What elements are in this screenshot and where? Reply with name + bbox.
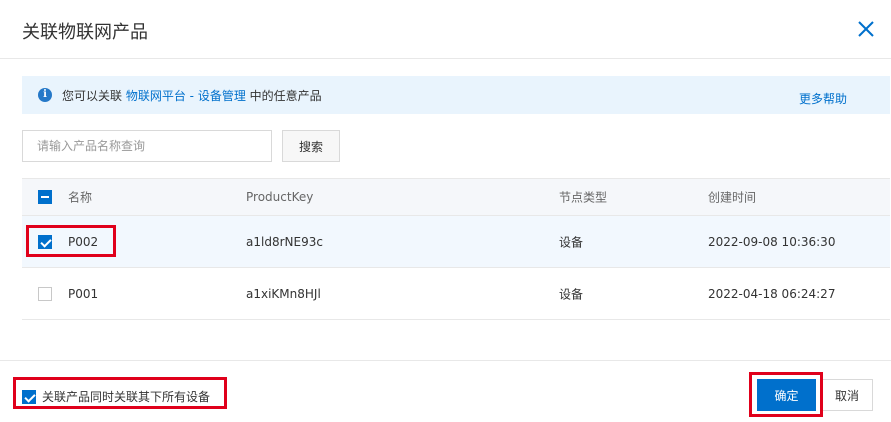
- info-prefix: 您可以关联: [62, 89, 126, 103]
- table-row[interactable]: P002 a1ld8rNE93c 设备 2022-09-08 10:36:30: [22, 216, 890, 268]
- product-key: a1xiKMn8HJl: [246, 286, 321, 301]
- confirm-button[interactable]: 确定: [757, 379, 816, 411]
- dialog-title: 关联物联网产品: [22, 22, 148, 43]
- info-suffix: 中的任意产品: [245, 89, 322, 103]
- product-name: P002: [68, 234, 99, 249]
- table-row[interactable]: P001 a1xiKMn8HJl 设备 2022-04-18 06:24:27: [22, 268, 890, 320]
- iot-platform-link[interactable]: 物联网平台: [126, 89, 186, 103]
- row-checkbox[interactable]: [38, 234, 52, 249]
- info-banner: i 您可以关联 物联网平台 - 设备管理 中的任意产品 更多帮助: [22, 76, 890, 114]
- close-icon[interactable]: [855, 18, 877, 40]
- device-management-link[interactable]: 设备管理: [198, 89, 246, 103]
- table-header: 名称 ProductKey 节点类型 创建时间: [22, 178, 890, 216]
- associate-devices-option[interactable]: 关联产品同时关联其下所有设备: [22, 388, 210, 405]
- search-button[interactable]: 搜索: [282, 130, 340, 162]
- info-separator: -: [185, 89, 198, 103]
- node-type: 设备: [559, 287, 584, 301]
- checkbox-unchecked-icon: [38, 286, 52, 301]
- product-name: P001: [68, 286, 99, 301]
- column-header-created-time: 创建时间: [708, 190, 757, 205]
- cancel-button[interactable]: 取消: [821, 379, 873, 411]
- info-text: 您可以关联 物联网平台 - 设备管理 中的任意产品: [62, 87, 322, 104]
- checkbox-partial-icon: [38, 190, 52, 204]
- row-checkbox[interactable]: [38, 286, 52, 301]
- product-search-input[interactable]: [22, 130, 272, 162]
- product-table: 名称 ProductKey 节点类型 创建时间 P002 a1ld8rNE93c…: [22, 178, 890, 320]
- info-icon: i: [38, 88, 52, 102]
- created-time: 2022-04-18 06:24:27: [708, 286, 836, 301]
- created-time: 2022-09-08 10:36:30: [708, 234, 836, 249]
- product-key: a1ld8rNE93c: [246, 234, 323, 249]
- associate-devices-checkbox[interactable]: [22, 389, 36, 404]
- select-all-checkbox[interactable]: [38, 190, 52, 204]
- column-header-node-type: 节点类型: [559, 190, 608, 205]
- checkbox-checked-icon: [38, 234, 52, 249]
- column-header-productkey: ProductKey: [246, 190, 314, 204]
- more-help-link[interactable]: 更多帮助: [799, 90, 847, 107]
- dialog-header: 关联物联网产品: [0, 0, 891, 59]
- node-type: 设备: [559, 235, 584, 249]
- associate-devices-label: 关联产品同时关联其下所有设备: [42, 390, 211, 404]
- column-header-name: 名称: [68, 190, 93, 205]
